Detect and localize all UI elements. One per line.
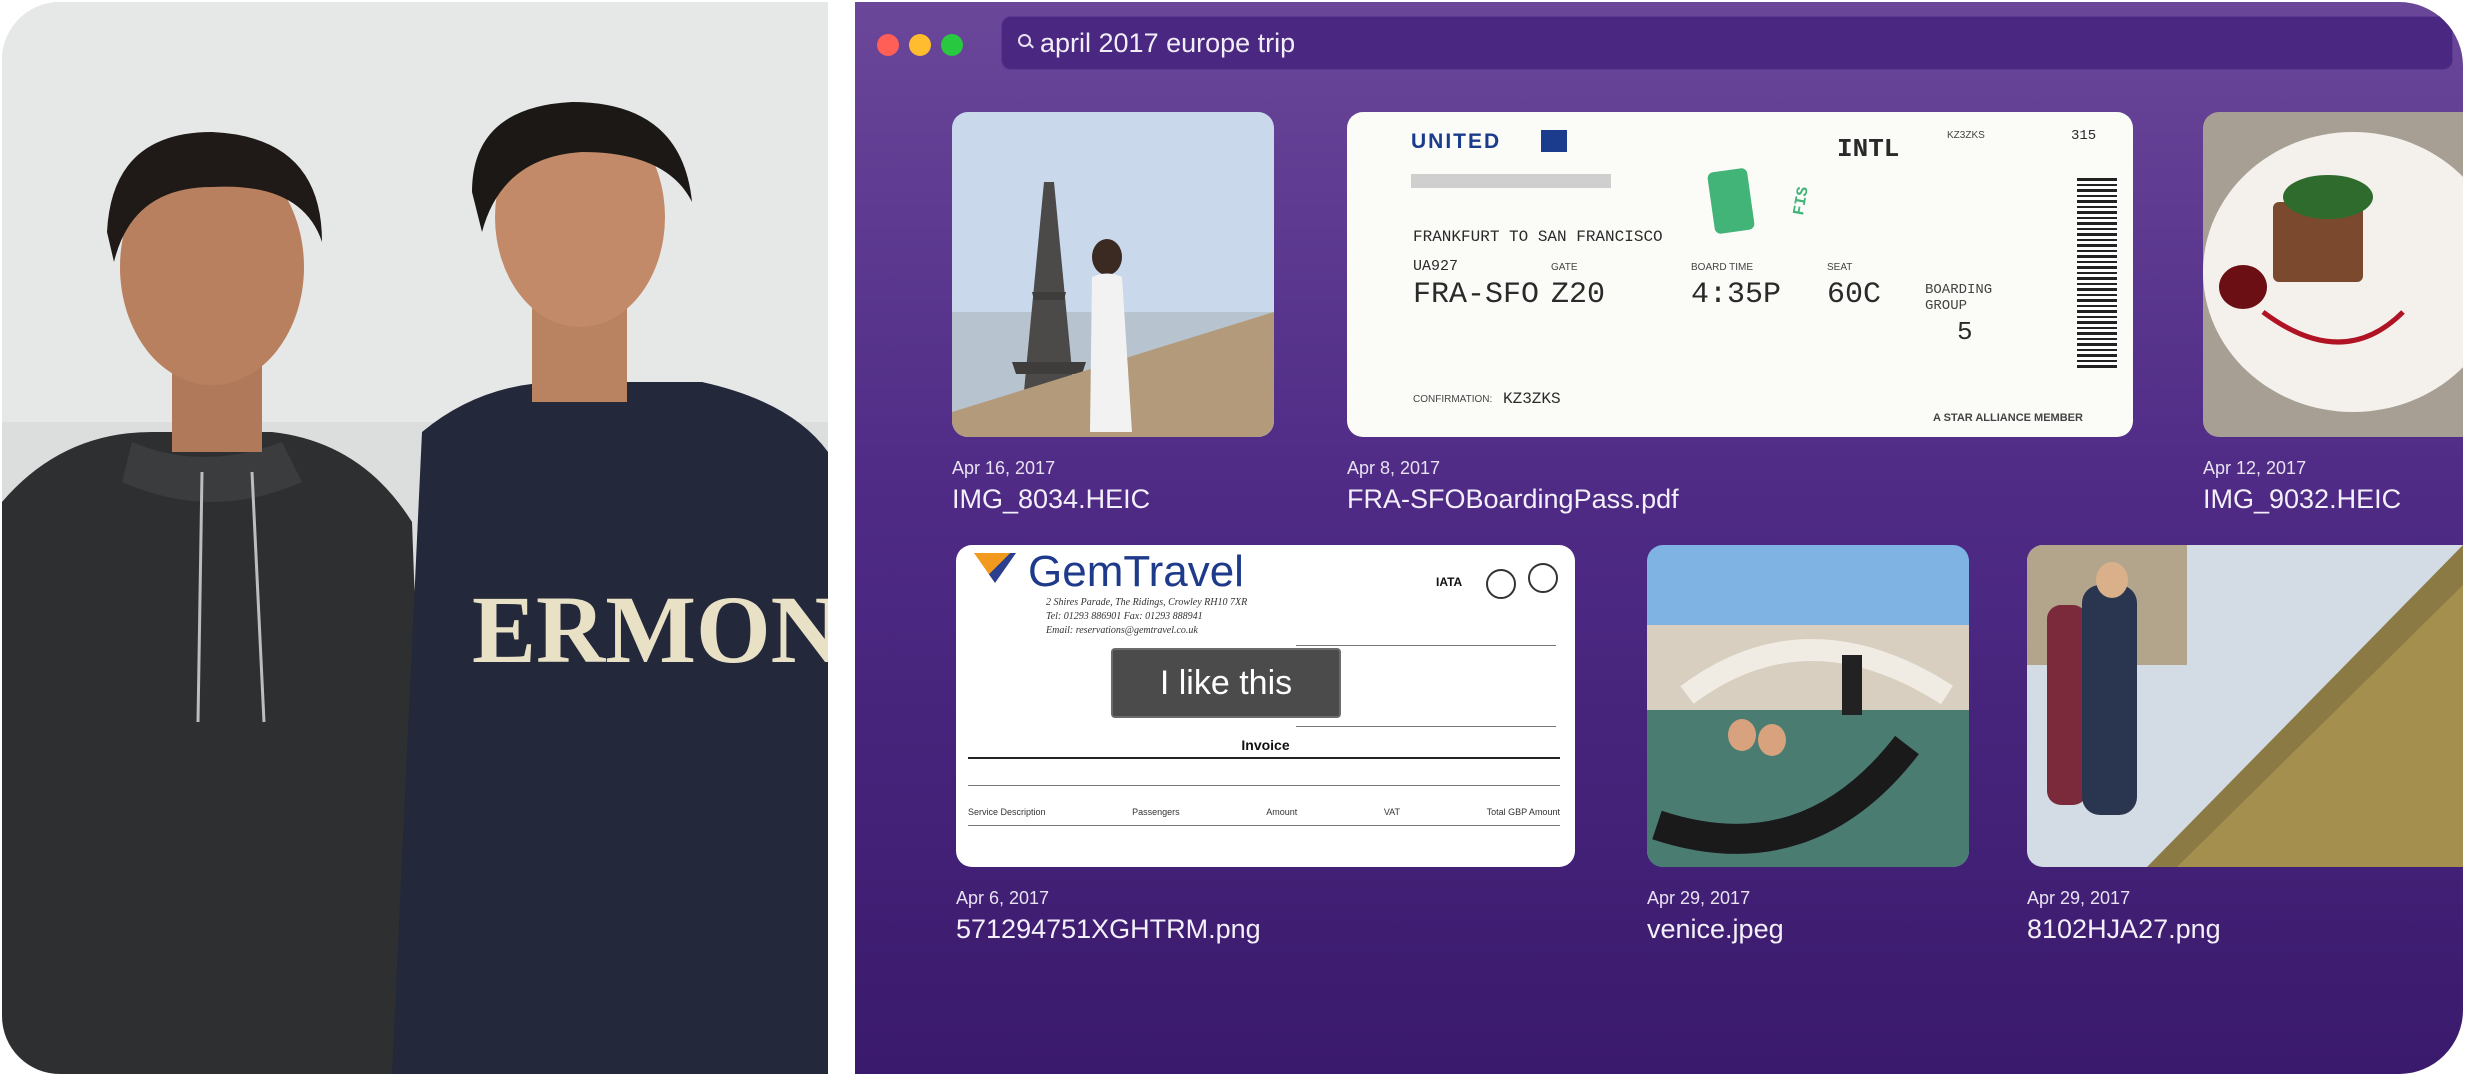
result-filename[interactable]: IMG_9032.HEIC	[2203, 484, 2401, 515]
result-card-venice[interactable]	[1647, 545, 1969, 867]
boarding-group-label: BOARDING GROUP	[1925, 282, 1993, 314]
united-logo: UNITED	[1411, 130, 1567, 153]
atol-logo-icon	[1486, 569, 1516, 599]
redacted-name	[1411, 174, 1611, 188]
gemtravel-brand: GemTravel	[1028, 547, 1244, 596]
confirmation-value: KZ3ZKS	[1503, 390, 1561, 408]
invoice-divider	[968, 785, 1560, 786]
people-illustration: ERMONT	[2, 2, 828, 1074]
boarding-group-value: 5	[1957, 317, 1973, 347]
globe-icon	[1541, 130, 1567, 152]
sequence-number: 315	[2071, 128, 2097, 144]
result-filename[interactable]: 571294751XGHTRM.png	[956, 914, 1261, 945]
result-card-love-locks[interactable]	[2027, 545, 2463, 867]
dessert-plate-thumbnail	[2203, 112, 2463, 437]
class-label: INTL	[1837, 134, 1900, 164]
invoice-address: 2 Shires Parade, The Ridings, Crowley RH…	[1046, 597, 1248, 608]
sweatshirt-text: ERMONT	[472, 576, 828, 683]
invoice-phone: Tel: 01293 886901 Fax: 01293 888941	[1046, 611, 1203, 622]
result-filename[interactable]: FRA-SFOBoardingPass.pdf	[1347, 484, 1679, 515]
invoice-divider	[968, 825, 1560, 826]
invoice-email: Email: reservations@gemtravel.co.uk	[1046, 625, 1198, 636]
record-locator: KZ3ZKS	[1947, 130, 1985, 141]
result-card-img8034[interactable]	[952, 112, 1274, 437]
seat-value: 60C	[1827, 278, 1882, 312]
result-filename[interactable]: IMG_8034.HEIC	[952, 484, 1150, 515]
eiffel-tower-thumbnail	[952, 112, 1274, 437]
result-filename[interactable]: venice.jpeg	[1647, 914, 1784, 945]
result-date: Apr 29, 2017	[1647, 888, 1751, 908]
flight-number: UA927	[1413, 258, 1459, 275]
result-date: Apr 6, 2017	[956, 888, 1050, 908]
seat-label: SEAT	[1827, 262, 1853, 273]
security-stamp	[1706, 167, 1756, 235]
route-code: FRA-SFO	[1413, 278, 1540, 312]
gate-value: Z20	[1551, 278, 1606, 312]
result-date: Apr 16, 2017	[952, 458, 1056, 478]
search-app-window: Apr 16, 2017 IMG_8034.HEIC UNITED INTL K…	[855, 2, 2463, 1074]
result-date: Apr 12, 2017	[2203, 458, 2307, 478]
minimize-button[interactable]	[909, 34, 931, 56]
zoom-button[interactable]	[941, 34, 963, 56]
tooltip: I like this	[1111, 648, 1341, 718]
love-locks-thumbnail	[2027, 545, 2463, 867]
result-card-boarding-pass[interactable]: UNITED INTL KZ3ZKS 315 FIS FRANKFURT TO …	[1347, 112, 2133, 437]
search-bar[interactable]	[1001, 16, 2453, 70]
abta-logo-icon	[1528, 563, 1558, 593]
close-button[interactable]	[877, 34, 899, 56]
barcode	[2077, 178, 2117, 368]
gate-label: GATE	[1551, 262, 1578, 273]
route-text: FRANKFURT TO SAN FRANCISCO	[1413, 228, 1663, 246]
fis-stamp: FIS	[1790, 185, 1813, 217]
gemtravel-logo-icon	[974, 553, 1016, 583]
board-time-label: BOARD TIME	[1691, 262, 1754, 273]
result-card-img9032[interactable]	[2203, 112, 2463, 437]
board-time-value: 4:35P	[1691, 278, 1782, 312]
search-input[interactable]	[1040, 17, 2340, 69]
invoice-divider	[968, 757, 1560, 759]
confirmation-label: CONFIRMATION:	[1413, 394, 1493, 405]
iata-logo: IATA	[1436, 575, 1463, 589]
result-filename[interactable]: 8102HJA27.png	[2027, 914, 2221, 945]
photo-two-people: ERMONT	[2, 2, 828, 1074]
result-date: Apr 29, 2017	[2027, 888, 2131, 908]
star-alliance-label: A STAR ALLIANCE MEMBER	[1933, 412, 2083, 424]
venice-gondola-thumbnail	[1647, 545, 1969, 867]
result-date: Apr 8, 2017	[1347, 458, 1441, 478]
invoice-table-header: Service Description Passengers Amount VA…	[968, 807, 1560, 817]
invoice-title: Invoice	[1241, 737, 1290, 753]
search-icon	[1018, 34, 1031, 47]
